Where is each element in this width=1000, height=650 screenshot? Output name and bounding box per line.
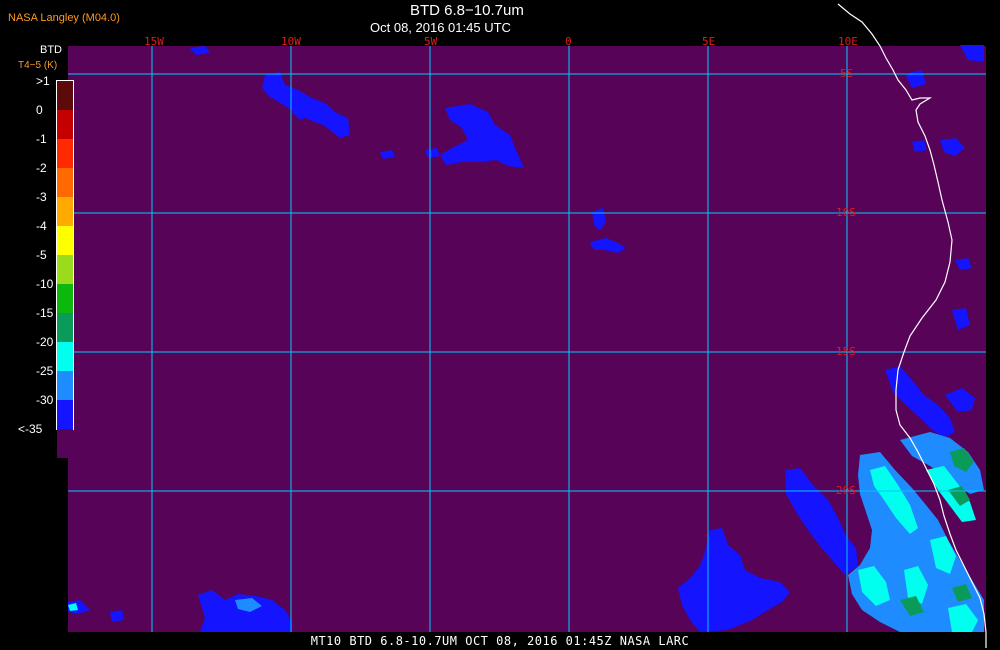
legend-swatch xyxy=(57,81,73,110)
legend-label: -15 xyxy=(36,306,54,320)
lat-label-5s: 5S xyxy=(840,67,854,80)
lat-label-20s: 20S xyxy=(836,484,856,497)
legend-label: <-35 xyxy=(18,422,43,436)
color-scale-bar xyxy=(56,80,74,458)
image-datetime: Oct 08, 2016 01:45 UTC xyxy=(370,20,511,35)
legend-label: -3 xyxy=(36,190,47,204)
lon-label-5e: 5E xyxy=(702,35,716,48)
legend-swatch xyxy=(57,284,73,313)
legend-label: >1 xyxy=(36,74,50,88)
legend-swatch xyxy=(57,400,73,429)
legend-swatch xyxy=(57,255,73,284)
legend-swatch xyxy=(57,429,73,458)
producer-label: NASA Langley (M04.0) xyxy=(8,12,120,24)
legend-swatch xyxy=(57,110,73,139)
legend-label: -1 xyxy=(36,132,47,146)
satellite-image-panel: NASA Langley (M04.0) BTD 6.8−10.7um Oct … xyxy=(0,0,1000,650)
legend-label: -5 xyxy=(36,248,47,262)
legend-label: -4 xyxy=(36,219,47,233)
legend-label: -25 xyxy=(36,364,54,378)
legend-swatch xyxy=(57,139,73,168)
image-footer: MT10 BTD 6.8-10.7UM OCT 08, 2016 01:45Z … xyxy=(310,634,690,648)
legend-title: BTD xyxy=(40,44,62,56)
legend-unit: T4−5 (K) xyxy=(18,60,58,71)
legend-label: -30 xyxy=(36,393,54,407)
legend-swatch xyxy=(57,313,73,342)
lat-label-10s: 10S xyxy=(836,206,856,219)
legend-swatch xyxy=(57,168,73,197)
lon-label-10w: 10W xyxy=(281,35,301,48)
lon-label-10e: 10E xyxy=(838,35,858,48)
legend-swatch xyxy=(57,226,73,255)
legend-swatch xyxy=(57,371,73,400)
legend-swatch xyxy=(57,342,73,371)
legend-label: -10 xyxy=(36,277,54,291)
legend-label: -20 xyxy=(36,335,54,349)
lat-label-15s: 15S xyxy=(836,345,856,358)
satellite-map xyxy=(0,3,987,648)
legend-swatch xyxy=(57,197,73,226)
lon-label-15w: 15W xyxy=(144,35,164,48)
lon-label-5w: 5W xyxy=(424,35,438,48)
legend-label: 0 xyxy=(36,103,43,117)
product-title: BTD 6.8−10.7um xyxy=(410,2,524,19)
lon-label-0: 0 xyxy=(565,35,572,48)
legend-label: -2 xyxy=(36,161,47,175)
